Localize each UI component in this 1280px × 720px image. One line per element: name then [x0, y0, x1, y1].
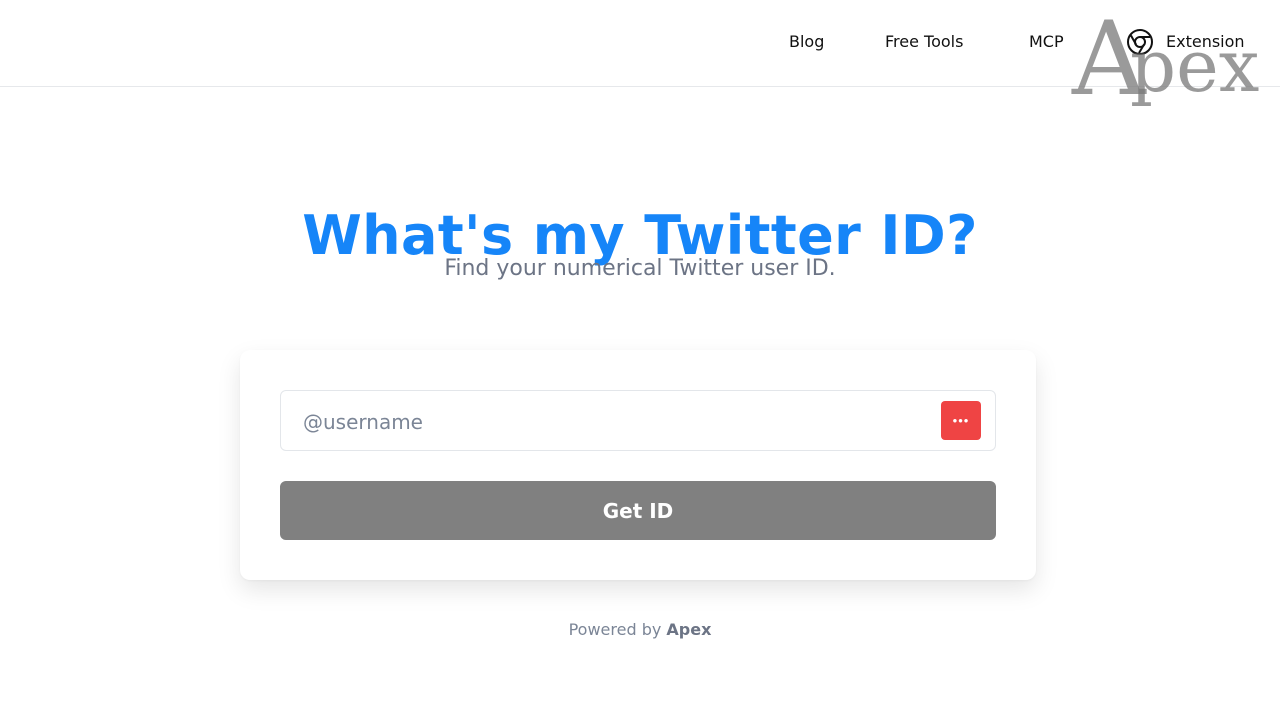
- powered-by-brand[interactable]: Apex: [666, 620, 711, 639]
- top-navigation-bar: Blog Free Tools MCP Extension A pex: [0, 0, 1280, 111]
- nav-link-mcp[interactable]: MCP: [1029, 31, 1064, 53]
- nav-link-free-tools[interactable]: Free Tools: [885, 31, 963, 53]
- more-dots-icon: •••: [952, 413, 970, 428]
- more-options-button[interactable]: •••: [941, 401, 981, 440]
- nav-link-extension-label: Extension: [1166, 32, 1245, 51]
- nav-link-extension[interactable]: Extension: [1126, 28, 1245, 56]
- username-input-wrapper: •••: [280, 390, 996, 451]
- powered-by-footer: Powered by Apex: [0, 620, 1280, 639]
- nav-link-blog[interactable]: Blog: [789, 31, 824, 53]
- chrome-icon: [1126, 28, 1154, 56]
- get-id-button[interactable]: Get ID: [280, 481, 996, 540]
- powered-by-label: Powered by: [568, 620, 662, 639]
- page-subtitle: Find your numerical Twitter user ID.: [444, 256, 836, 281]
- username-input[interactable]: [301, 401, 935, 443]
- lookup-card: ••• Get ID: [240, 350, 1036, 580]
